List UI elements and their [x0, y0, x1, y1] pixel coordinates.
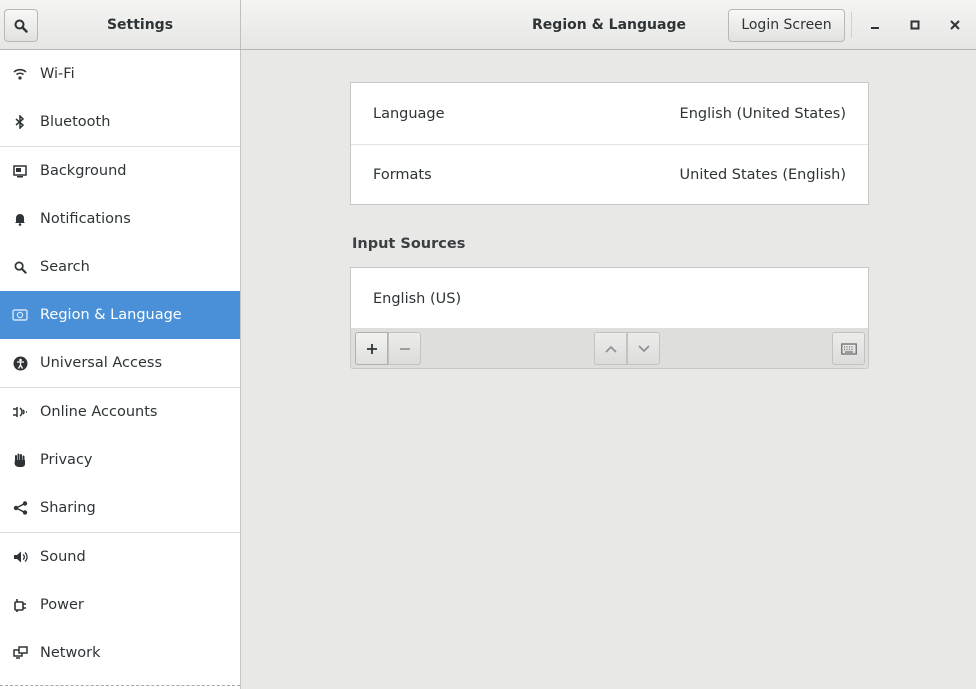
sidebar-item-label: Sound: [40, 549, 86, 565]
language-value: English (United States): [679, 105, 846, 122]
sidebar-item-network[interactable]: Network: [0, 629, 240, 677]
move-up-button[interactable]: [594, 332, 627, 365]
sidebar-item-universal-access[interactable]: Universal Access: [0, 339, 240, 387]
sidebar-scroll-edge: [0, 685, 240, 687]
sidebar-item-search[interactable]: Search: [0, 243, 240, 291]
sidebar-item-label: Network: [40, 645, 101, 661]
sidebar-item-label: Background: [40, 163, 127, 179]
chevron-up-icon: [604, 344, 618, 354]
language-row[interactable]: Language English (United States): [351, 83, 868, 144]
sidebar-item-label: Wi-Fi: [40, 66, 75, 82]
sidebar-item-label: Universal Access: [40, 355, 163, 371]
hand-icon: [0, 453, 40, 468]
sidebar-item-background[interactable]: Background: [0, 147, 240, 195]
sidebar-header: Settings: [0, 0, 241, 49]
bluetooth-icon: [0, 115, 40, 129]
add-input-source-button[interactable]: [355, 332, 388, 365]
search-icon: [14, 19, 28, 33]
plus-icon: [366, 343, 378, 355]
sidebar: Wi-Fi Bluetooth Background Notifications…: [0, 50, 241, 689]
formats-row[interactable]: Formats United States (English): [351, 144, 868, 205]
online-accounts-icon: [0, 405, 40, 419]
speaker-icon: [0, 550, 40, 564]
keyboard-icon: [840, 342, 857, 355]
sidebar-item-label: Privacy: [40, 452, 93, 468]
header-separator: [851, 12, 852, 38]
close-icon: [950, 20, 960, 30]
language-label: Language: [373, 105, 445, 122]
header-bar: Settings Region & Language Login Screen: [0, 0, 976, 50]
share-icon: [0, 501, 40, 515]
background-icon: [0, 164, 40, 178]
app-title: Settings: [106, 17, 174, 33]
maximize-icon: [910, 20, 920, 30]
search-button[interactable]: [4, 9, 38, 42]
sidebar-item-label: Region & Language: [40, 307, 182, 323]
move-down-button[interactable]: [627, 332, 660, 365]
sidebar-item-label: Power: [40, 597, 84, 613]
sidebar-item-privacy[interactable]: Privacy: [0, 436, 240, 484]
sidebar-item-bluetooth[interactable]: Bluetooth: [0, 98, 240, 146]
sidebar-item-sharing[interactable]: Sharing: [0, 484, 240, 532]
sidebar-item-label: Notifications: [40, 211, 131, 227]
sidebar-item-label: Online Accounts: [40, 404, 158, 420]
sidebar-item-online-accounts[interactable]: Online Accounts: [0, 388, 240, 436]
close-button[interactable]: [940, 10, 970, 40]
chevron-down-icon: [637, 344, 651, 354]
language-formats-panel: Language English (United States) Formats…: [350, 82, 869, 205]
remove-input-source-button[interactable]: [388, 332, 421, 365]
minus-icon: [399, 343, 411, 355]
input-sources-title: Input Sources: [352, 236, 466, 252]
network-icon: [0, 646, 40, 660]
sidebar-item-region-language[interactable]: Region & Language: [0, 291, 240, 339]
login-screen-button[interactable]: Login Screen: [728, 9, 845, 42]
sidebar-item-label: Sharing: [40, 500, 96, 516]
wifi-icon: [0, 67, 40, 81]
power-plug-icon: [0, 598, 40, 613]
sidebar-item-sound[interactable]: Sound: [0, 533, 240, 581]
keyboard-layout-button[interactable]: [832, 332, 865, 365]
sidebar-item-notifications[interactable]: Notifications: [0, 195, 240, 243]
formats-value: United States (English): [679, 166, 846, 183]
input-sources-toolbar: [350, 328, 869, 369]
input-sources-list: English (US): [350, 267, 869, 329]
maximize-button[interactable]: [900, 10, 930, 40]
formats-label: Formats: [373, 166, 432, 183]
input-source-item[interactable]: English (US): [351, 268, 868, 329]
search-icon: [0, 261, 40, 274]
sidebar-item-wifi[interactable]: Wi-Fi: [0, 50, 240, 98]
page-title: Region & Language: [532, 17, 686, 33]
minimize-icon: [870, 20, 880, 30]
minimize-button[interactable]: [860, 10, 890, 40]
input-source-label: English (US): [373, 290, 462, 307]
region-flag-icon: [0, 309, 40, 321]
sidebar-item-power[interactable]: Power: [0, 581, 240, 629]
sidebar-item-label: Search: [40, 259, 90, 275]
sidebar-item-label: Bluetooth: [40, 114, 111, 130]
accessibility-icon: [0, 356, 40, 371]
bell-icon: [0, 212, 40, 226]
